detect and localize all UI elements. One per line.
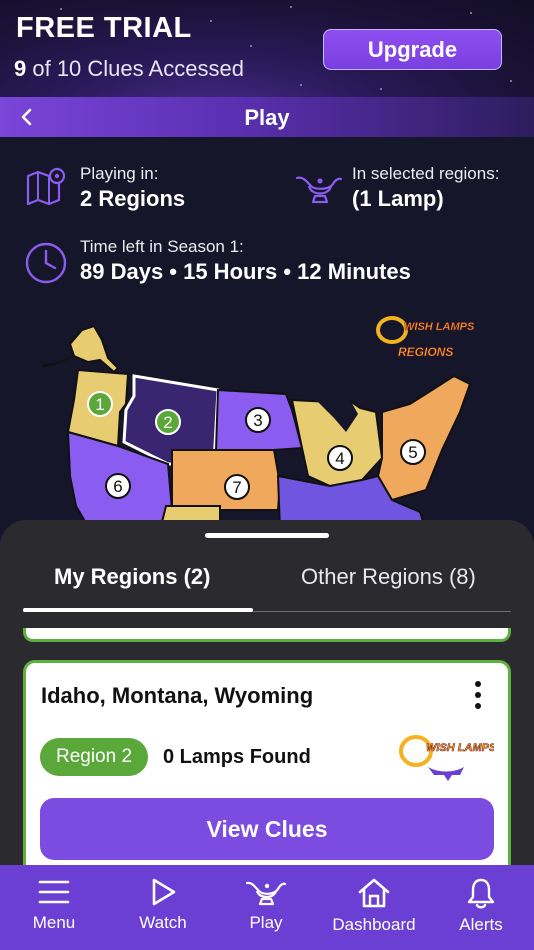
clues-count: 9 bbox=[14, 56, 27, 81]
region-marker-4[interactable]: 4 bbox=[327, 445, 353, 471]
view-clues-button[interactable]: View Clues bbox=[40, 798, 494, 860]
bottom-nav: Menu Watch Play Dashboard Alerts bbox=[0, 865, 534, 950]
nav-watch[interactable]: Watch bbox=[133, 865, 193, 950]
region-marker-3[interactable]: 3 bbox=[245, 407, 271, 433]
region-marker-3-label: 3 bbox=[253, 411, 262, 430]
selected-regions-label: In selected regions: bbox=[352, 164, 500, 183]
region-marker-7[interactable]: 7 bbox=[224, 474, 250, 500]
play-icon bbox=[152, 878, 176, 906]
more-options-icon[interactable] bbox=[474, 681, 482, 711]
logo-regions-text: REGIONS bbox=[398, 345, 453, 359]
region-marker-4-label: 4 bbox=[335, 449, 344, 468]
tab-my-regions[interactable]: My Regions (2) bbox=[54, 564, 210, 590]
region-marker-6-label: 6 bbox=[113, 477, 122, 496]
region-7-shape bbox=[171, 449, 282, 511]
region-card-title: Idaho, Montana, Wyoming bbox=[41, 683, 314, 708]
region-marker-6[interactable]: 6 bbox=[105, 473, 131, 499]
sheet-handle[interactable] bbox=[205, 533, 329, 538]
region-marker-2-label: 2 bbox=[163, 413, 172, 432]
time-left-value: 89 Days • 15 Hours • 12 Minutes bbox=[80, 259, 411, 284]
page-title: Play bbox=[244, 105, 290, 130]
map-pin-icon bbox=[26, 167, 66, 206]
upgrade-button[interactable]: Upgrade bbox=[323, 29, 502, 70]
alaska-shape bbox=[68, 324, 120, 374]
region-marker-5[interactable]: 5 bbox=[400, 439, 426, 465]
region-marker-1[interactable]: 1 bbox=[87, 391, 113, 417]
playing-in-label: Playing in: bbox=[80, 164, 159, 183]
region-5-shape bbox=[376, 374, 472, 502]
logo-wordmark: WISH LAMPS bbox=[404, 321, 474, 333]
nav-dashboard[interactable]: Dashboard bbox=[326, 865, 422, 950]
nav-menu-label: Menu bbox=[32, 913, 76, 932]
time-left-label: Time left in Season 1: bbox=[80, 237, 244, 256]
nav-play-label: Play bbox=[249, 913, 283, 932]
tab-other-regions[interactable]: Other Regions (8) bbox=[301, 564, 476, 590]
wish-lamps-regions-logo: WISH LAMPS REGIONS bbox=[376, 316, 474, 359]
region-marker-1-label: 1 bbox=[95, 395, 104, 414]
bell-icon bbox=[467, 878, 495, 909]
alaska-chain bbox=[41, 357, 71, 367]
nav-play[interactable]: Play bbox=[236, 865, 296, 950]
tab-active-indicator bbox=[23, 608, 253, 612]
nav-alerts[interactable]: Alerts bbox=[450, 865, 512, 950]
home-icon bbox=[358, 878, 390, 908]
region-marker-7-label: 7 bbox=[232, 478, 241, 497]
trial-title: FREE TRIAL bbox=[16, 12, 192, 44]
hamburger-icon bbox=[38, 880, 70, 904]
region-marker-2[interactable]: 2 bbox=[155, 409, 181, 435]
region-badge: Region 2 bbox=[40, 738, 148, 776]
region-marker-5-label: 5 bbox=[408, 443, 417, 462]
genie-lamp-icon bbox=[295, 176, 343, 204]
lamps-found-text: 0 Lamps Found bbox=[163, 746, 311, 768]
playing-in-value: 2 Regions bbox=[80, 186, 186, 211]
nav-menu[interactable]: Menu bbox=[24, 865, 84, 950]
clues-accessed-text: 9 of 10 Clues Accessed bbox=[14, 56, 244, 82]
trial-banner: FREE TRIAL 9 of 10 Clues Accessed Upgrad… bbox=[0, 0, 534, 97]
nav-dashboard-label: Dashboard bbox=[332, 915, 416, 934]
lamp-icon bbox=[245, 881, 287, 906]
header-bar: Play bbox=[0, 97, 534, 137]
previous-region-card bbox=[23, 628, 511, 642]
clues-total-text: of 10 Clues Accessed bbox=[26, 56, 244, 81]
wish-lamps-logo: WISH LAMPS bbox=[399, 735, 494, 781]
regions-sheet: My Regions (2) Other Regions (8) Idaho, … bbox=[0, 520, 534, 865]
clock-icon bbox=[25, 242, 67, 284]
lamp-count-value: (1 Lamp) bbox=[352, 186, 444, 211]
region-card: Idaho, Montana, Wyoming Region 2 0 Lamps… bbox=[23, 660, 511, 865]
nav-alerts-label: Alerts bbox=[459, 915, 503, 934]
nav-watch-label: Watch bbox=[139, 913, 187, 932]
card-logo-wordmark: WISH LAMPS bbox=[426, 742, 494, 754]
